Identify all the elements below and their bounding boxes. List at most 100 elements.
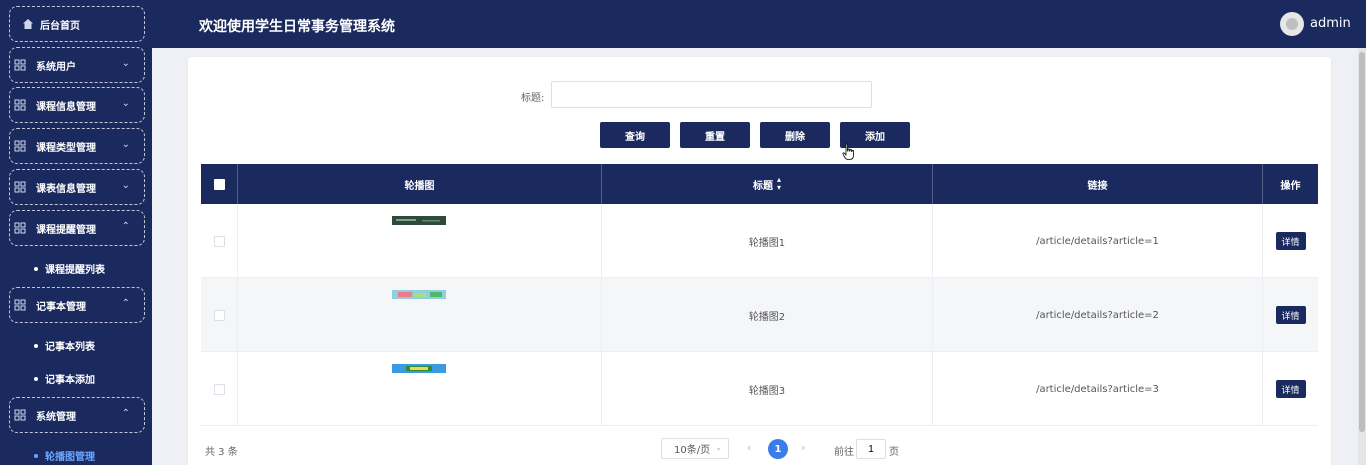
sidebar-item-course-reminder[interactable]: 课程提醒管理 ⌃	[9, 210, 145, 246]
row-checkbox[interactable]	[213, 383, 225, 395]
select-all-cell	[201, 164, 238, 204]
row-link-cell: /article/details?article=1	[933, 204, 1263, 278]
page-title: 欢迎使用学生日常事务管理系统	[199, 19, 395, 35]
detail-button[interactable]: 详情	[1275, 380, 1306, 398]
row-select-cell	[201, 352, 238, 426]
detail-button[interactable]: 详情	[1275, 232, 1306, 250]
row-action-cell: 详情	[1263, 278, 1318, 352]
home-icon	[23, 19, 33, 29]
row-image-cell	[238, 278, 602, 352]
sidebar-item-schedule-info[interactable]: 课表信息管理 ⌄	[9, 169, 145, 205]
sidebar-subitem-label: 轮播图管理	[45, 452, 95, 463]
row-checkbox[interactable]	[213, 309, 225, 321]
grid-icon	[14, 181, 26, 193]
row-title-cell: 轮播图1	[602, 204, 933, 278]
column-link: 链接	[933, 164, 1263, 204]
row-select-cell	[201, 278, 238, 352]
goto-unit-label: 页	[889, 447, 899, 458]
grid-icon	[14, 140, 26, 152]
grid-icon	[14, 59, 26, 71]
sort-icon[interactable]: ▴ ▾	[777, 176, 781, 192]
column-title[interactable]: 标题 ▴ ▾	[602, 164, 933, 204]
row-link-cell: /article/details?article=2	[933, 278, 1263, 352]
carousel-table: 轮播图 标题 ▴ ▾ 链接 操作 轮播图1 /article/details?ar…	[201, 164, 1318, 426]
chevron-up-icon: ⌃	[121, 408, 130, 419]
table-row: 轮播图3 /article/details?article=3 详情	[201, 352, 1318, 426]
vertical-scrollbar[interactable]	[1358, 48, 1366, 465]
bullet-icon	[34, 453, 38, 458]
chevron-down-icon: ⌄	[121, 139, 130, 150]
chevron-down-icon: ⌄	[715, 443, 722, 452]
delete-button[interactable]: 删除	[760, 122, 830, 148]
avatar[interactable]	[1280, 12, 1304, 36]
row-title-cell: 轮播图3	[602, 352, 933, 426]
grid-icon	[14, 299, 26, 311]
total-count: 共 3 条	[205, 447, 238, 458]
table-header: 轮播图 标题 ▴ ▾ 链接 操作	[201, 164, 1318, 204]
row-title-cell: 轮播图2	[602, 278, 933, 352]
chevron-down-icon: ⌄	[121, 58, 130, 69]
scrollbar-thumb[interactable]	[1359, 52, 1365, 432]
sidebar-item-course-info[interactable]: 课程信息管理 ⌄	[9, 87, 145, 123]
goto-page-input[interactable]	[856, 439, 886, 459]
chevron-down-icon: ⌄	[121, 180, 130, 191]
hand-cursor-icon	[842, 143, 854, 160]
sidebar-item-home[interactable]: 后台首页	[9, 6, 145, 42]
sidebar-item-label: 后台首页	[40, 20, 80, 32]
sidebar-subitem-notebook-list[interactable]: 记事本列表	[34, 338, 95, 353]
carousel-thumbnail	[392, 216, 446, 225]
select-all-checkbox[interactable]	[213, 178, 225, 190]
sidebar-subitem-course-reminder-list[interactable]: 课程提醒列表	[34, 261, 105, 276]
page-size-value: 10条/页	[674, 445, 711, 456]
sidebar-subitem-carousel-manage[interactable]: 轮播图管理	[34, 448, 95, 463]
sidebar-item-label: 课表信息管理	[36, 183, 96, 195]
carousel-thumbnail	[392, 364, 446, 373]
bullet-icon	[34, 343, 38, 348]
sidebar-item-label: 系统管理	[36, 411, 76, 423]
grid-icon	[14, 409, 26, 421]
row-checkbox[interactable]	[213, 235, 225, 247]
column-title-label: 标题	[752, 180, 773, 192]
top-header: 欢迎使用学生日常事务管理系统 admin	[152, 0, 1366, 48]
row-link-cell: /article/details?article=3	[933, 352, 1263, 426]
table-row: 轮播图2 /article/details?article=2 详情	[201, 278, 1318, 352]
table-row: 轮播图1 /article/details?article=1 详情	[201, 204, 1318, 278]
title-search-input[interactable]	[551, 81, 872, 108]
sidebar-item-system-users[interactable]: 系统用户 ⌄	[9, 47, 145, 83]
goto-label: 前往	[834, 447, 854, 458]
query-button[interactable]: 查询	[600, 122, 670, 148]
sidebar-item-system-management[interactable]: 系统管理 ⌃	[9, 397, 145, 433]
grid-icon	[14, 222, 26, 234]
next-page-button[interactable]: ›	[801, 441, 805, 454]
sidebar-subitem-label: 记事本添加	[45, 375, 95, 386]
chevron-up-icon: ⌃	[121, 298, 130, 309]
sidebar-item-notebook[interactable]: 记事本管理 ⌃	[9, 287, 145, 323]
sidebar-subitem-label: 课程提醒列表	[45, 265, 105, 276]
sidebar-item-course-type[interactable]: 课程类型管理 ⌄	[9, 128, 145, 164]
page-size-select[interactable]: 10条/页 ⌄	[661, 438, 729, 459]
sidebar-item-label: 课程信息管理	[36, 101, 96, 113]
sidebar-item-label: 系统用户	[36, 61, 76, 73]
sidebar-item-label: 记事本管理	[36, 301, 86, 313]
content-card: 标题: 查询 重置 删除 添加 轮播图 标题 ▴ ▾ 链接 操作 轮播图1 /ar…	[188, 57, 1331, 465]
row-select-cell	[201, 204, 238, 278]
row-action-cell: 详情	[1263, 352, 1318, 426]
prev-page-button[interactable]: ‹	[747, 441, 751, 454]
sidebar-subitem-notebook-add[interactable]: 记事本添加	[34, 371, 95, 386]
sidebar-subitem-label: 记事本列表	[45, 342, 95, 353]
grid-icon	[14, 99, 26, 111]
sidebar: 后台首页 系统用户 ⌄ 课程信息管理 ⌄ 课程类型管理 ⌄ 课表信息管理 ⌄ 课…	[0, 0, 152, 465]
detail-button[interactable]: 详情	[1275, 306, 1306, 324]
username[interactable]: admin	[1310, 16, 1351, 31]
reset-button[interactable]: 重置	[680, 122, 750, 148]
row-image-cell	[238, 352, 602, 426]
row-action-cell: 详情	[1263, 204, 1318, 278]
row-image-cell	[238, 204, 602, 278]
bullet-icon	[34, 266, 38, 271]
carousel-thumbnail	[392, 290, 446, 299]
search-label: 标题:	[521, 93, 545, 104]
column-image: 轮播图	[238, 164, 602, 204]
current-page-button[interactable]: 1	[768, 439, 788, 459]
sidebar-item-label: 课程提醒管理	[36, 224, 96, 236]
bullet-icon	[34, 376, 38, 381]
